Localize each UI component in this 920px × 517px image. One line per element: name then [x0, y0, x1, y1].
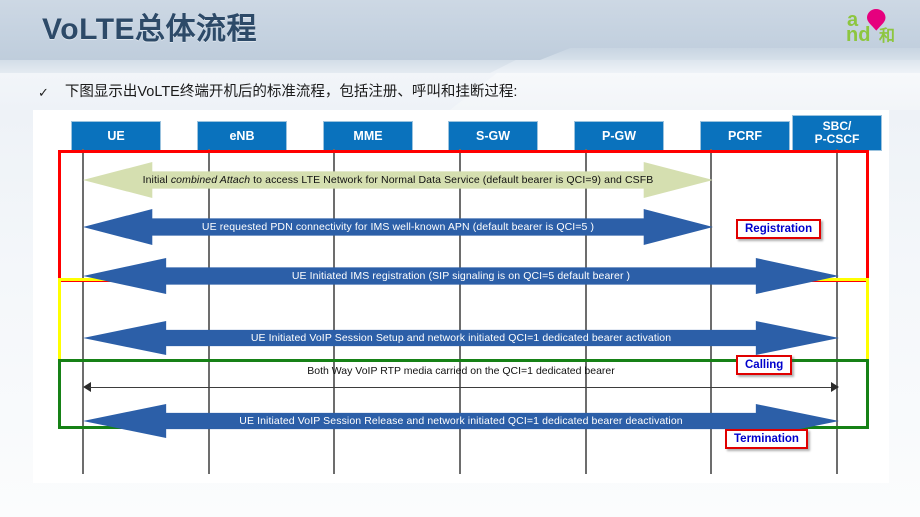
node-label-enb: eNB — [229, 129, 255, 143]
phase-callout-calling[interactable]: Calling — [736, 355, 793, 375]
message-arrow-rtp-media[interactable] — [83, 382, 839, 392]
attach-text-part-2-italic: combined Attach — [170, 174, 251, 186]
message-label-initial-attach: Initial combined Attach to access LTE Ne… — [143, 174, 654, 186]
node-label-sgw: S-GW — [475, 129, 511, 143]
message-label-pdn-connectivity: UE requested PDN connectivity for IMS we… — [201, 221, 595, 233]
message-arrow-ims-registration[interactable]: UE Initiated IMS registration (SIP signa… — [83, 258, 839, 294]
phase-callout-termination[interactable]: Termination — [725, 429, 808, 449]
check-icon: ✓ — [38, 84, 49, 100]
message-arrow-initial-attach[interactable]: Initial combined Attach to access LTE Ne… — [83, 162, 713, 198]
node-label-sbc-line2: P-CSCF — [814, 132, 860, 146]
message-label-rtp-media: Both Way VoIP RTP media carried on the Q… — [307, 365, 615, 377]
arrowhead-right-rtp — [831, 382, 839, 392]
header-shelf-divider — [0, 60, 920, 73]
node-label-mme: MME — [353, 129, 383, 143]
node-box-sgw[interactable]: S-GW — [448, 121, 538, 151]
svg-text:nd: nd — [846, 24, 870, 46]
node-box-pcrf[interactable]: PCRF — [700, 121, 790, 151]
node-label-ue: UE — [107, 129, 125, 143]
message-label-voip-session-release: UE Initiated VoIP Session Release and ne… — [239, 415, 683, 427]
node-label-pgw: P-GW — [601, 129, 637, 143]
attach-text-part-3: to access LTE Network for Normal Data Se… — [250, 174, 654, 186]
node-box-mme[interactable]: MME — [323, 121, 413, 151]
node-box-ue[interactable]: UE — [71, 121, 161, 151]
china-mobile-he-logo: a nd 和 — [846, 6, 908, 48]
phase-callout-registration[interactable]: Registration — [736, 219, 822, 239]
message-arrow-voip-session-setup[interactable]: UE Initiated VoIP Session Setup and netw… — [83, 321, 839, 355]
svg-text:和: 和 — [879, 26, 895, 45]
arrow-line-rtp — [89, 386, 833, 388]
message-arrow-pdn-connectivity[interactable]: UE requested PDN connectivity for IMS we… — [83, 209, 713, 245]
attach-text-part-1: Initial — [142, 174, 171, 186]
logo-svg: a nd 和 — [846, 9, 895, 46]
bullet-text: 下图显示出VoLTE终端开机后的标准流程，包括注册、呼叫和挂断过程: — [64, 83, 518, 100]
bullet-row: ✓ 下图显示出VoLTE终端开机后的标准流程，包括注册、呼叫和挂断过程: — [38, 80, 517, 104]
node-box-sbc-pcscf[interactable]: SBC/ P-CSCF — [792, 115, 882, 151]
node-box-pgw[interactable]: P-GW — [574, 121, 664, 151]
node-box-enb[interactable]: eNB — [197, 121, 287, 151]
message-label-ims-registration: UE Initiated IMS registration (SIP signa… — [291, 270, 631, 282]
message-label-voip-session-setup: UE Initiated VoIP Session Setup and netw… — [250, 332, 672, 344]
node-label-pcrf: PCRF — [727, 129, 763, 143]
volte-sequence-diagram: UE eNB MME S-GW P-GW PCRF SBC/ P-CSCF In… — [33, 110, 889, 483]
page-title: VoLTE总体流程 — [42, 13, 258, 46]
